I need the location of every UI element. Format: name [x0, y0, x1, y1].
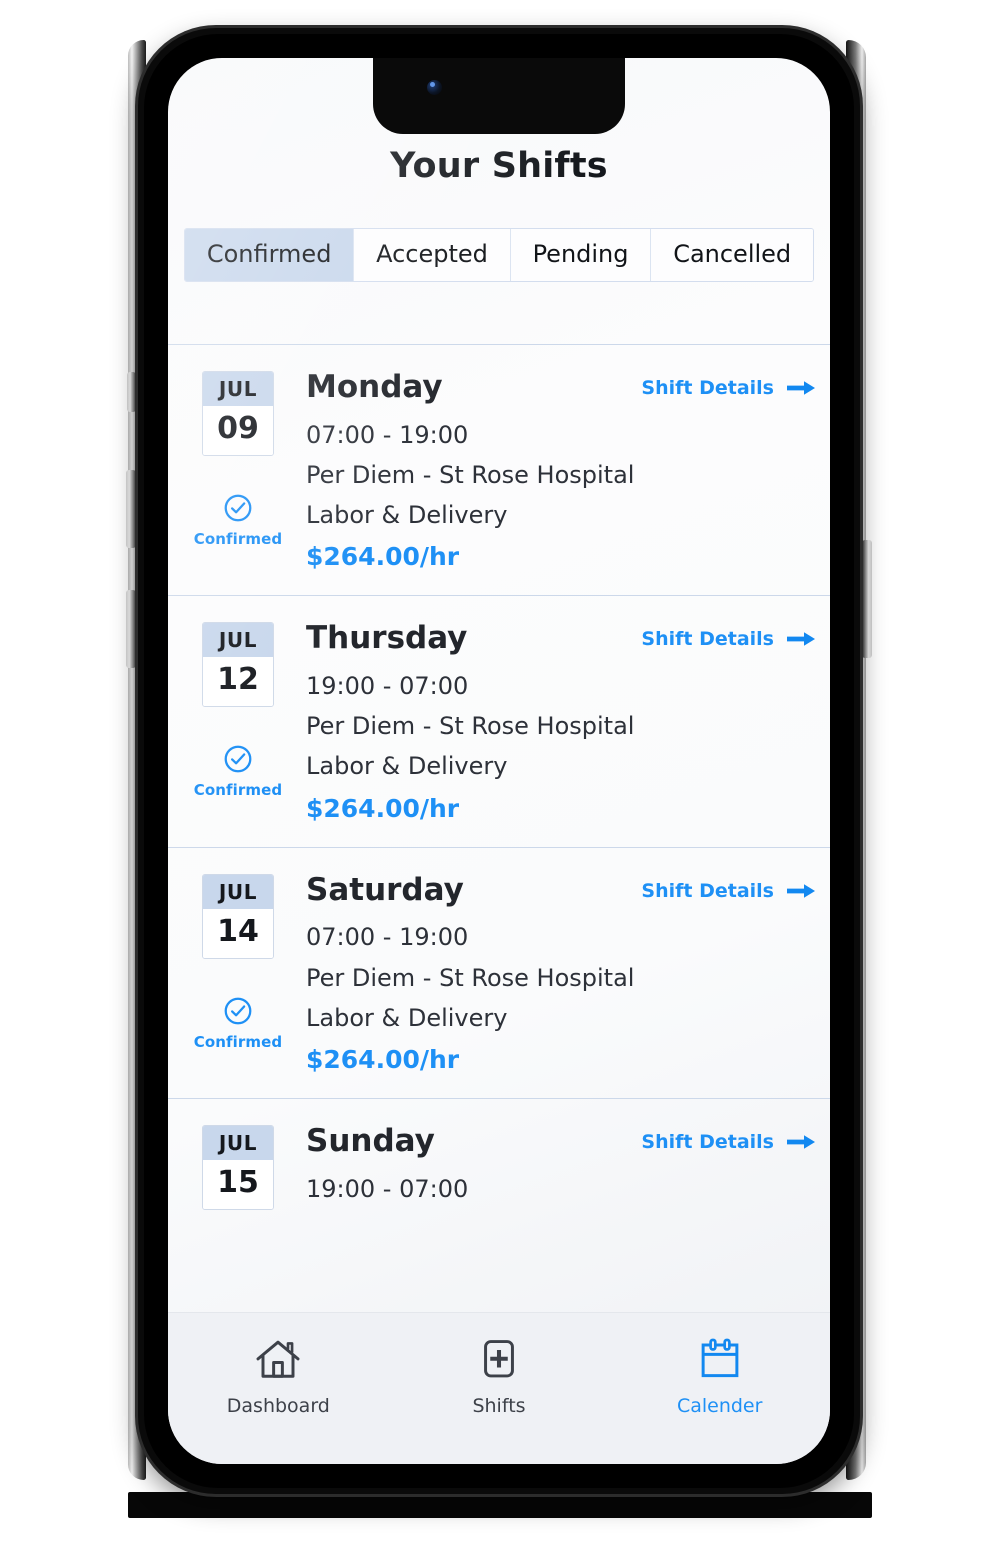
shift-card-left-column: JUL 14 Confirmed: [184, 873, 292, 1074]
shift-time: 19:00 - 07:00: [306, 671, 469, 700]
shift-card-right-column: Saturday Shift Details 07:00 - 19:00 Per…: [292, 874, 816, 1074]
arrow-right-icon: [787, 381, 815, 395]
shift-details-label: Shift Details: [641, 628, 774, 651]
shift-card[interactable]: JUL 14 Confirmed Saturday Shift Details …: [168, 848, 830, 1100]
nav-label-calender: Calender: [676, 1395, 763, 1417]
tabbar-spacer: [168, 282, 830, 344]
shift-details-label: Shift Details: [641, 377, 774, 399]
date-badge-day: 09: [203, 406, 273, 455]
shift-facility: Per Diem - St Rose Hospital: [306, 963, 635, 992]
date-badge-month: JUL: [203, 623, 273, 658]
shift-card-top-row: Saturday Shift Details: [306, 874, 816, 907]
shift-rate: $264.00/hr: [306, 542, 460, 572]
shift-facility: Per Diem - St Rose Hospital: [306, 712, 635, 741]
front-camera-icon: [427, 80, 442, 95]
nav-item-shifts[interactable]: Shifts: [389, 1335, 610, 1417]
check-circle-icon: [224, 494, 252, 522]
shift-time: 19:00 - 07:00: [306, 1174, 469, 1203]
shift-status: Confirmed: [194, 743, 283, 799]
shift-details-label: Shift Details: [641, 879, 774, 902]
shift-card-top-row: Thursday Shift Details: [306, 622, 816, 655]
shift-status: Confirmed: [194, 995, 283, 1051]
shift-card-right-column: Sunday Shift Details 19:00 - 07:00: [292, 1125, 816, 1210]
phone-screen: Your Shifts Confirmed Accepted Pending C…: [168, 58, 830, 1464]
shift-card[interactable]: JUL 15 Sunday Shift Details 19:00 - 07:0…: [168, 1099, 830, 1234]
shift-card-right-column: Thursday Shift Details 19:00 - 07:00 Per…: [292, 622, 816, 823]
shift-status-label: Confirmed: [193, 781, 283, 800]
device-base-shadow: [128, 1492, 872, 1518]
arrow-right-icon: [787, 1135, 815, 1149]
home-icon: [256, 1340, 300, 1378]
page-title: Your Shifts: [390, 146, 608, 186]
shift-unit: Labor & Delivery: [306, 752, 508, 781]
tab-pending[interactable]: Pending: [510, 229, 652, 281]
calendar-icon: [701, 1338, 739, 1378]
shift-status-label: Confirmed: [193, 1032, 283, 1051]
check-circle-icon: [224, 745, 252, 773]
check-circle-icon: [224, 997, 252, 1025]
shift-details-link[interactable]: Shift Details: [641, 1125, 816, 1153]
device-notch: [373, 58, 625, 134]
app-root: Your Shifts Confirmed Accepted Pending C…: [168, 58, 830, 1464]
shift-time: 07:00 - 19:00: [306, 420, 469, 449]
shift-card-left-column: JUL 12 Confirmed: [184, 622, 292, 822]
shift-unit: Labor & Delivery: [306, 501, 508, 530]
shift-card-left-column: JUL 09 Confirmed: [184, 371, 292, 571]
date-badge-day: 14: [203, 908, 273, 958]
volume-up-button[interactable]: [126, 470, 136, 548]
shift-rate: $264.00/hr: [306, 793, 460, 823]
shift-card-left-column: JUL 15: [184, 1125, 292, 1211]
shift-day-name: Saturday: [306, 871, 464, 908]
shift-rate: $264.00/hr: [306, 1045, 460, 1075]
date-badge-day: 15: [203, 1160, 273, 1210]
nav-label-shifts: Shifts: [472, 1395, 526, 1417]
date-badge-month: JUL: [203, 874, 273, 909]
shift-details-link[interactable]: Shift Details: [641, 874, 816, 902]
shift-status: Confirmed: [194, 492, 283, 548]
date-badge-month: JUL: [203, 1126, 273, 1161]
shift-details-link[interactable]: Shift Details: [641, 371, 816, 399]
shift-card-top-row: Sunday Shift Details: [306, 1125, 816, 1158]
volume-down-button[interactable]: [126, 590, 136, 668]
date-badge: JUL 14: [202, 873, 274, 959]
bottom-navigation-bar: Dashboard Shifts Calender: [168, 1312, 830, 1464]
plus-box-icon: [484, 1340, 514, 1378]
power-button[interactable]: [862, 540, 872, 658]
arrow-right-icon: [787, 632, 815, 647]
shift-card-right-column: Monday Shift Details 07:00 - 19:00 Per D…: [292, 371, 816, 571]
shift-day-name: Thursday: [306, 620, 468, 657]
date-badge-day: 12: [203, 657, 273, 707]
date-badge: JUL 09: [202, 371, 274, 456]
shift-day-name: Sunday: [306, 1123, 435, 1160]
date-badge: JUL 12: [202, 622, 274, 708]
shift-time: 07:00 - 19:00: [306, 923, 469, 952]
tab-accepted[interactable]: Accepted: [354, 229, 511, 281]
arrow-right-icon: [787, 883, 815, 898]
shift-facility: Per Diem - St Rose Hospital: [306, 460, 635, 489]
shift-card-top-row: Monday Shift Details: [306, 371, 816, 404]
shift-status-label: Confirmed: [193, 530, 283, 548]
mute-switch-button[interactable]: [127, 372, 136, 412]
nav-item-dashboard[interactable]: Dashboard: [168, 1335, 389, 1417]
nav-label-dashboard: Dashboard: [226, 1395, 330, 1417]
date-badge-month: JUL: [203, 372, 273, 406]
shift-day-name: Monday: [306, 369, 443, 405]
shift-unit: Labor & Delivery: [306, 1003, 508, 1032]
tab-cancelled[interactable]: Cancelled: [651, 229, 813, 281]
shift-card[interactable]: JUL 09 Confirmed Monday Shift Details 07…: [168, 345, 830, 597]
shift-details-link[interactable]: Shift Details: [641, 622, 816, 650]
status-filter-tabbar: Confirmed Accepted Pending Cancelled: [184, 228, 814, 282]
screenshot-stage: Your Shifts Confirmed Accepted Pending C…: [0, 0, 1000, 1568]
date-badge: JUL 15: [202, 1125, 274, 1211]
shift-details-label: Shift Details: [641, 1131, 774, 1154]
tab-confirmed[interactable]: Confirmed: [185, 229, 355, 281]
shift-card[interactable]: JUL 12 Confirmed Thursday Shift Details …: [168, 596, 830, 848]
nav-item-calender[interactable]: Calender: [609, 1335, 830, 1417]
shift-list[interactable]: JUL 09 Confirmed Monday Shift Details 07…: [168, 344, 830, 1312]
